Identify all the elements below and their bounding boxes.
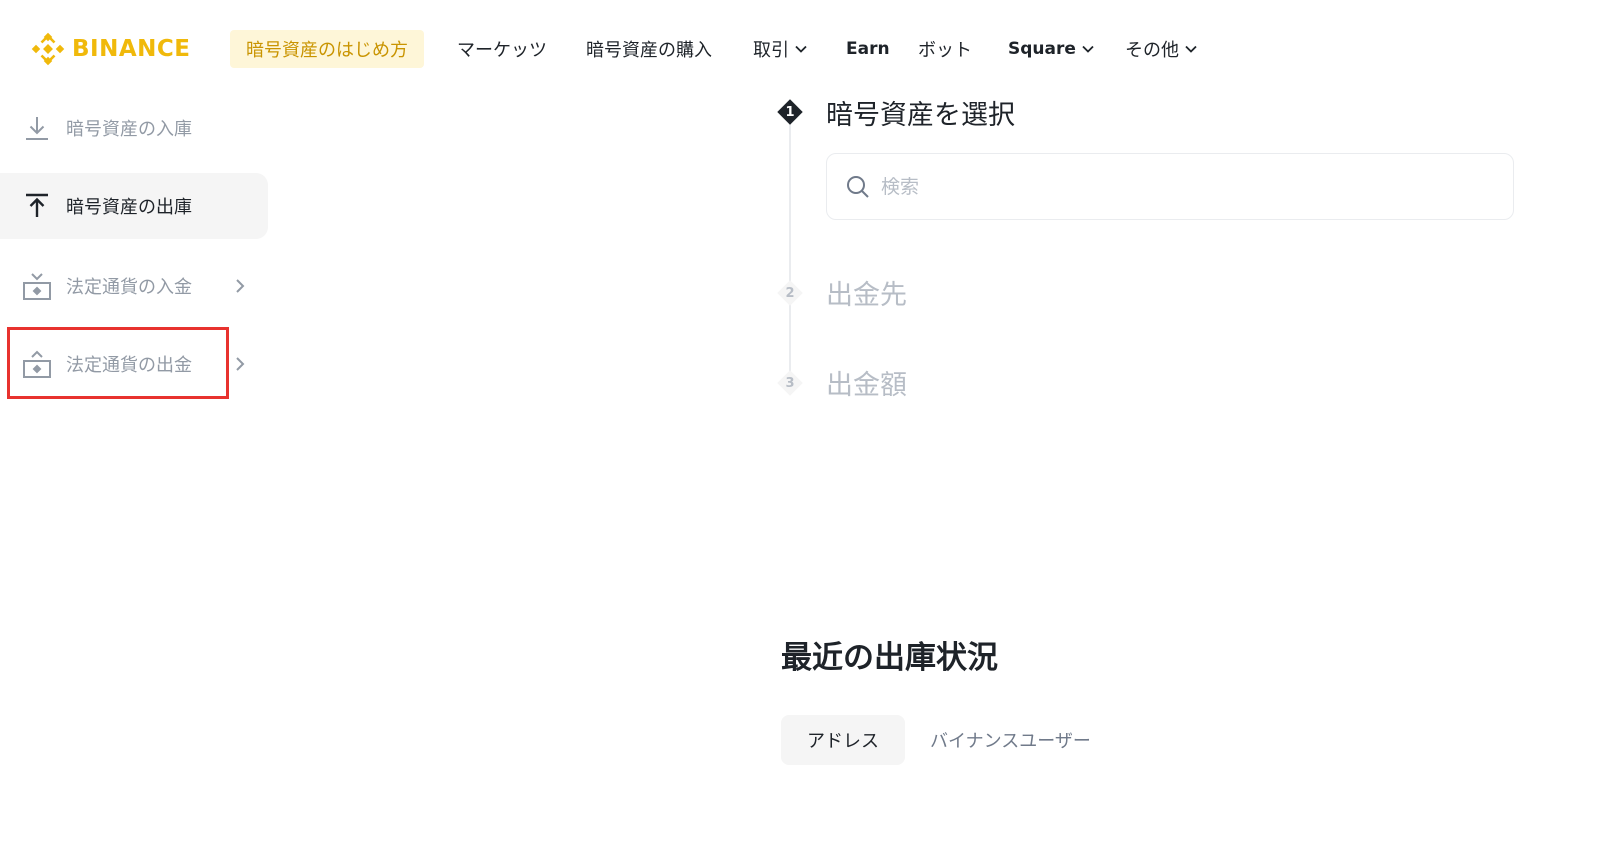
chevron-right-icon [234,355,246,373]
sidebar-item-label: 法定通貨の出金 [66,355,192,376]
step-number: 1 [785,104,795,120]
stepper-line [789,120,791,386]
nav-bots[interactable]: ボット [918,30,972,68]
coin-search-box[interactable] [826,153,1514,220]
nav-label: 取引 [753,40,789,61]
brand-name: BINANCE [72,36,191,62]
nav-label: その他 [1125,40,1179,61]
search-icon [847,175,869,198]
nav-label: 暗号資産のはじめ方 [246,40,408,61]
step-number: 3 [785,375,795,391]
nav-label: Square [1008,39,1076,59]
recent-withdrawals-title: 最近の出庫状況 [781,640,998,676]
search-input[interactable] [881,175,1481,198]
chevron-down-icon [1184,44,1198,54]
page-root: BINANCE 暗号資産のはじめ方 マーケッツ 暗号資産の購入 取引 Earn … [0,0,1600,849]
chevron-down-icon [794,44,808,54]
sidebar-item-crypto-deposit[interactable]: 暗号資産の入庫 [0,95,268,161]
nav-buy-crypto[interactable]: 暗号資産の購入 [586,30,712,68]
step-1-marker: 1 [775,97,805,127]
tab-address[interactable]: アドレス [781,715,905,765]
step-1-title: 暗号資産を選択 [826,100,1015,131]
nav-earn[interactable]: Earn [846,30,890,68]
sidebar-item-label: 暗号資産の出庫 [66,197,192,218]
chevron-down-icon [1081,44,1095,54]
fiat-deposit-icon [22,271,52,301]
nav-square[interactable]: Square [1008,30,1095,68]
nav-trade[interactable]: 取引 [753,30,808,68]
step-number: 2 [785,285,795,301]
download-icon [22,113,52,143]
step-2-marker: 2 [775,278,805,308]
step-3-title: 出金額 [826,370,907,401]
sidebar-item-crypto-withdraw[interactable]: 暗号資産の出庫 [0,173,268,239]
nav-getting-started[interactable]: 暗号資産のはじめ方 [230,30,424,68]
nav-markets[interactable]: マーケッツ [457,30,547,68]
sidebar-item-label: 暗号資産の入庫 [66,119,192,140]
tab-binance-user[interactable]: バイナンスユーザー [930,715,1091,765]
nav-more[interactable]: その他 [1125,30,1198,68]
sidebar-item-fiat-deposit[interactable]: 法定通貨の入金 [0,253,268,319]
tab-label: バイナンスユーザー [930,731,1091,752]
nav-label: マーケッツ [457,40,547,61]
sidebar-item-label: 法定通貨の入金 [66,277,192,298]
binance-logo[interactable]: BINANCE [30,30,190,68]
chevron-right-icon [234,277,246,295]
fiat-withdraw-icon [22,349,52,379]
tab-label: アドレス [807,731,879,752]
nav-label: Earn [846,39,890,59]
step-3-marker: 3 [775,368,805,398]
sidebar-item-fiat-withdraw[interactable]: 法定通貨の出金 [0,331,268,397]
step-2-title: 出金先 [826,280,907,311]
upload-icon [22,191,52,221]
binance-diamond-icon [31,32,65,66]
nav-label: 暗号資産の購入 [586,40,712,61]
nav-label: ボット [918,40,972,61]
